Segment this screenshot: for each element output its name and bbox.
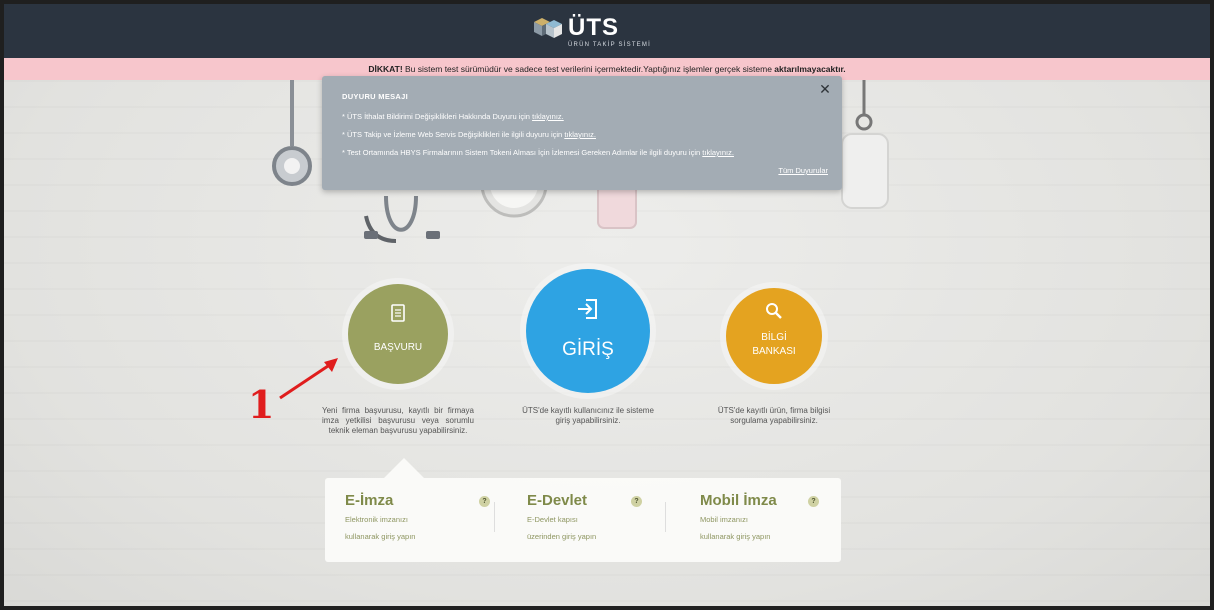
close-icon[interactable]: ✕ [818, 82, 832, 96]
brand-text: ÜTS [568, 14, 619, 41]
giris-description: ÜTS'de kayıtlı kullanıcınız ile sisteme … [522, 406, 654, 425]
bulb-illustration [841, 76, 889, 209]
announcement-link[interactable]: tıklayınız. [532, 112, 564, 121]
announcement-item: * ÜTS Takip ve İzleme Web Servis Değişik… [342, 130, 596, 139]
e-imza-title: E-İmza [345, 492, 394, 509]
divider [665, 502, 666, 532]
top-header: ÜTS ÜRÜN TAKİP SİSTEMİ [4, 4, 1210, 58]
e-imza-option[interactable]: E-İmza ? Elektronik imzanızı kullanarak … [345, 492, 490, 545]
bilgi-label-line2: BANKASI [752, 346, 796, 357]
document-icon [348, 304, 448, 322]
divider [494, 502, 495, 532]
help-icon[interactable]: ? [808, 496, 819, 507]
basvuru-label: BAŞVURU [373, 342, 423, 353]
e-imza-line1: Elektronik imzanızı [345, 515, 408, 524]
login-icon [526, 297, 650, 321]
announcement-panel: DUYURU MESAJI ✕ * ÜTS İthalat Bildirimi … [322, 76, 842, 190]
browser-viewport: ÜTS ÜRÜN TAKİP SİSTEMİ DİKKAT! Bu sistem… [4, 4, 1210, 606]
bilgi-description: ÜTS'de kayıtlı ürün, firma bilgisi sorgu… [717, 406, 831, 425]
announcement-title: DUYURU MESAJI [342, 92, 408, 101]
e-imza-line2: kullanarak giriş yapın [345, 532, 416, 541]
brand-subtitle: ÜRÜN TAKİP SİSTEMİ [568, 42, 651, 48]
annotation-arrow-icon [279, 358, 338, 400]
warning-bold-tail: aktarılmayacaktır. [774, 64, 846, 74]
announcement-link[interactable]: tıklayınız. [564, 130, 596, 139]
help-icon[interactable]: ? [479, 496, 490, 507]
annotation-number: 1 [248, 382, 275, 427]
login-box-pointer [384, 458, 424, 478]
mobil-imza-line1: Mobil imzanızı [700, 515, 748, 524]
announcement-item: * ÜTS İthalat Bildirimi Değişiklikleri H… [342, 112, 564, 121]
e-devlet-line2: üzerinden giriş yapın [527, 532, 597, 541]
announcement-text: * ÜTS Takip ve İzleme Web Servis Değişik… [342, 130, 565, 139]
bilgi-bankasi-button[interactable]: BİLGİ BANKASI [726, 288, 822, 384]
announcement-item: * Test Ortamında HBYS Firmalarının Siste… [342, 148, 734, 157]
e-devlet-option[interactable]: E-Devlet ? E-Devlet kapısı üzerinden gir… [527, 492, 642, 545]
all-announcements-link[interactable]: Tüm Duyurular [778, 166, 828, 175]
basvuru-button[interactable]: BAŞVURU [348, 284, 448, 384]
giris-button[interactable]: GİRİŞ [526, 269, 650, 393]
mobil-imza-title: Mobil İmza [700, 492, 777, 509]
announcement-text: * ÜTS İthalat Bildirimi Değişiklikleri H… [342, 112, 533, 121]
mobil-imza-option[interactable]: Mobil İmza ? Mobil imzanızı kullanarak g… [700, 492, 819, 545]
warning-prefix: DİKKAT! [368, 64, 403, 74]
bilgi-label-line1: BİLGİ [761, 332, 787, 343]
giris-label: GİRİŞ [562, 339, 614, 360]
help-icon[interactable]: ? [631, 496, 642, 507]
announcement-text: * Test Ortamında HBYS Firmalarının Siste… [342, 148, 703, 157]
bottle-illustration [597, 184, 637, 229]
e-devlet-line1: E-Devlet kapısı [527, 515, 578, 524]
warning-text: Bu sistem test sürümüdür ve sadece test … [402, 64, 775, 74]
announcement-link[interactable]: tıklayınız. [702, 148, 734, 157]
basvuru-description: Yeni firma başvurusu, kayıtlı bir firmay… [322, 406, 474, 435]
cube-logo-icon [534, 18, 562, 38]
login-options-panel: E-İmza ? Elektronik imzanızı kullanarak … [325, 478, 841, 562]
e-devlet-title: E-Devlet [527, 492, 588, 509]
mobil-imza-line2: kullanarak giriş yapın [700, 532, 771, 541]
uts-logo[interactable]: ÜTS ÜRÜN TAKİP SİSTEMİ [534, 12, 650, 56]
search-icon [726, 302, 822, 320]
